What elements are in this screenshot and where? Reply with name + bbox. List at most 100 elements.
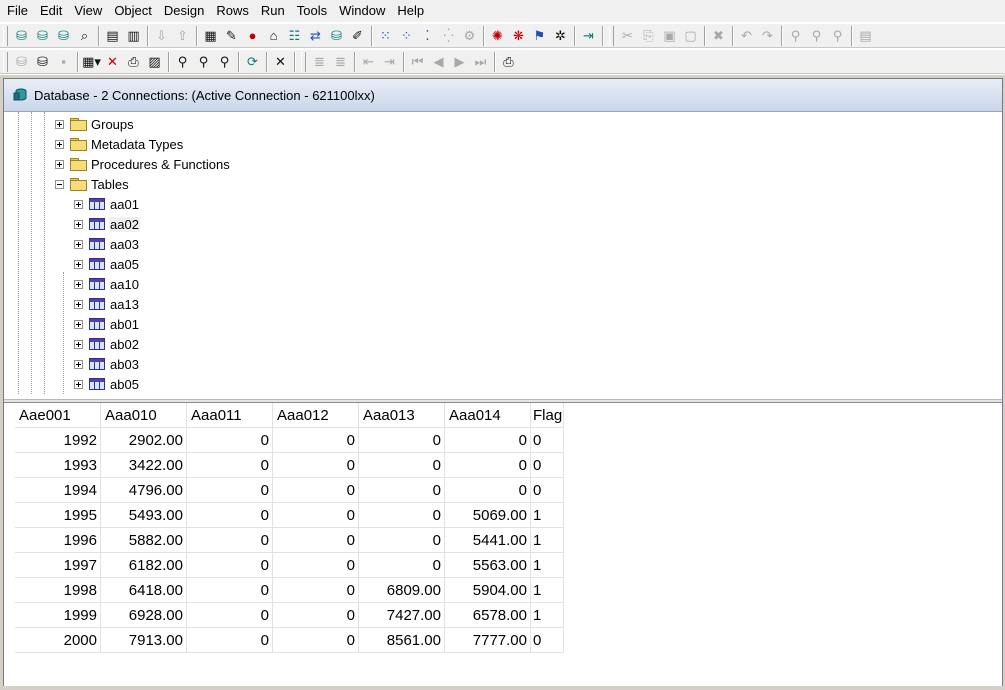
table-cell[interactable]: 0 xyxy=(444,452,531,478)
expand-icon[interactable] xyxy=(74,199,83,209)
bank-icon[interactable]: ⌂ xyxy=(263,25,284,46)
table-row[interactable]: 2000 7913.00 0 0 8561.00 7777.00 0 xyxy=(15,627,564,653)
table-row[interactable]: 1996 5882.00 0 0 0 5441.00 1 xyxy=(15,527,564,553)
table-cell[interactable]: 1 xyxy=(530,602,564,628)
next-record-icon[interactable]: ▶ xyxy=(449,51,470,72)
grid-view-icon[interactable]: ▦▾ xyxy=(81,51,102,72)
open-icon[interactable]: ⛁ xyxy=(11,51,32,72)
table-cell[interactable]: 1999 xyxy=(15,602,101,628)
table-row[interactable]: 1997 6182.00 0 0 0 5563.00 1 xyxy=(15,552,564,578)
find-icon[interactable]: ⚲ xyxy=(785,25,806,46)
table-cell[interactable]: 0 xyxy=(358,452,445,478)
table-cell[interactable]: 5493.00 xyxy=(100,502,187,528)
expand-icon[interactable] xyxy=(74,299,83,309)
table-cell[interactable]: 4796.00 xyxy=(100,477,187,503)
table-cell[interactable]: 6928.00 xyxy=(100,602,187,628)
table-cell[interactable]: 5069.00 xyxy=(444,502,531,528)
table-cell[interactable]: 0 xyxy=(358,502,445,528)
table-cell[interactable]: 0 xyxy=(186,452,273,478)
zoom-out-icon[interactable]: ⚲ xyxy=(214,51,235,72)
column-header[interactable]: Aaa012 xyxy=(272,403,359,428)
table-row[interactable]: 1994 4796.00 0 0 0 0 0 xyxy=(15,477,564,503)
edit-icon[interactable]: ✐ xyxy=(347,25,368,46)
sync-icon[interactable]: ⇄ xyxy=(305,25,326,46)
save-icon[interactable]: ▪ xyxy=(53,51,74,72)
import-icon[interactable]: ⇩ xyxy=(151,25,172,46)
tree-table-aa05[interactable]: aa05 xyxy=(74,254,140,274)
table-cell[interactable]: 1993 xyxy=(15,452,101,478)
close-icon[interactable]: ✕ xyxy=(270,51,291,72)
table-cell[interactable]: 0 xyxy=(186,577,273,603)
table-cell[interactable]: 0 xyxy=(272,552,359,578)
expand-icon[interactable] xyxy=(74,239,83,249)
column-header[interactable]: Aaa013 xyxy=(358,403,445,428)
expand-icon[interactable] xyxy=(74,379,83,389)
table-cell[interactable]: 7913.00 xyxy=(100,627,187,653)
column-header[interactable]: Flag xyxy=(530,403,564,428)
table-cell[interactable]: 1 xyxy=(530,552,564,578)
run-script-icon[interactable]: ✎ xyxy=(221,25,242,46)
debug-icon[interactable]: ❋ xyxy=(508,25,529,46)
explain-icon[interactable]: ✲ xyxy=(550,25,571,46)
table-cell[interactable]: 0 xyxy=(186,427,273,453)
last-record-icon[interactable]: ⏭ xyxy=(470,51,491,72)
find-object-icon[interactable]: ⌕ xyxy=(74,25,95,46)
table-cell[interactable]: 0 xyxy=(444,477,531,503)
zoom-in-icon[interactable]: ⚲ xyxy=(193,51,214,72)
table-cell[interactable]: 0 xyxy=(272,477,359,503)
expand-icon[interactable] xyxy=(74,279,83,289)
table-cell[interactable]: 0 xyxy=(272,602,359,628)
table-cell[interactable]: 7777.00 xyxy=(444,627,531,653)
menu-object[interactable]: Object xyxy=(108,0,158,22)
toolbar-grip[interactable] xyxy=(3,25,8,46)
table-cell[interactable]: 0 xyxy=(530,627,564,653)
paste-icon[interactable]: ▣ xyxy=(659,25,680,46)
table-cell[interactable]: 0 xyxy=(186,502,273,528)
menu-view[interactable]: View xyxy=(68,0,108,22)
table-cell[interactable]: 0 xyxy=(358,552,445,578)
run-statement-icon[interactable]: ● xyxy=(242,25,263,46)
table-cell[interactable]: 0 xyxy=(186,552,273,578)
paste-special-icon[interactable]: ▢ xyxy=(680,25,701,46)
tree-table-aa02[interactable]: aa02 xyxy=(74,214,140,234)
table-cell[interactable]: 1 xyxy=(530,577,564,603)
menu-help[interactable]: Help xyxy=(391,0,430,22)
menu-rows[interactable]: Rows xyxy=(210,0,255,22)
table-cell[interactable]: 0 xyxy=(530,477,564,503)
expand-icon[interactable] xyxy=(74,319,83,329)
append-row-icon[interactable]: ≣ xyxy=(330,51,351,72)
properties-icon[interactable]: ▨ xyxy=(144,51,165,72)
table-cell[interactable]: 6578.00 xyxy=(444,602,531,628)
chart-icon[interactable]: ⁘ xyxy=(396,25,417,46)
print-preview-icon[interactable]: ⎙ xyxy=(123,51,144,72)
replace-icon[interactable]: ⚲ xyxy=(827,25,848,46)
column-header[interactable]: Aaa011 xyxy=(186,403,273,428)
table-row[interactable]: 1992 2902.00 0 0 0 0 0 xyxy=(15,427,564,453)
refresh-icon[interactable]: ⟳ xyxy=(242,51,263,72)
table-cell[interactable]: 0 xyxy=(272,502,359,528)
settings-icon[interactable]: ⚙ xyxy=(459,25,480,46)
print-icon[interactable]: ⎙ xyxy=(498,51,519,72)
table-row[interactable]: 1998 6418.00 0 0 6809.00 5904.00 1 xyxy=(15,577,564,603)
tree-table-ab03[interactable]: ab03 xyxy=(74,354,140,374)
menu-tools[interactable]: Tools xyxy=(291,0,333,22)
table-cell[interactable]: 1995 xyxy=(15,502,101,528)
database-icon[interactable]: ⛁ xyxy=(326,25,347,46)
table-cell[interactable]: 0 xyxy=(186,602,273,628)
table-cell[interactable]: 0 xyxy=(272,627,359,653)
column-header[interactable]: Aaa014 xyxy=(444,403,531,428)
results-grid[interactable]: Aae001 Aaa010 Aaa011 Aaa012 Aaa013 Aaa01… xyxy=(4,403,1002,686)
tree-folder-metadata-types[interactable]: Metadata Types xyxy=(55,134,184,154)
table-cell[interactable]: 0 xyxy=(358,477,445,503)
table-cell[interactable]: 6809.00 xyxy=(358,577,445,603)
table-cell[interactable]: 0 xyxy=(530,452,564,478)
expand-icon[interactable] xyxy=(74,359,83,369)
table-cell[interactable]: 0 xyxy=(186,477,273,503)
table-cell[interactable]: 0 xyxy=(530,427,564,453)
undo-icon[interactable]: ↶ xyxy=(736,25,757,46)
find-next-icon[interactable]: ⚲ xyxy=(806,25,827,46)
cut-icon[interactable]: ✂ xyxy=(617,25,638,46)
expand-icon[interactable] xyxy=(55,119,64,129)
outdent-icon[interactable]: ⇥ xyxy=(379,51,400,72)
table-row[interactable]: 1995 5493.00 0 0 0 5069.00 1 xyxy=(15,502,564,528)
